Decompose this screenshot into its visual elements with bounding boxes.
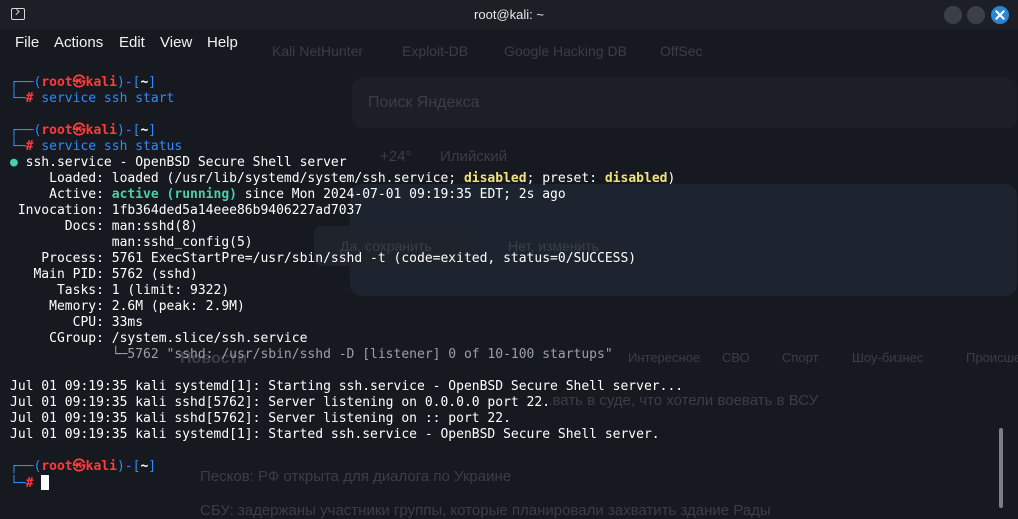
- maximize-button[interactable]: [967, 6, 985, 24]
- docs-line: man:sshd_config(5): [10, 235, 253, 250]
- menu-bar: File Actions Edit View Help: [0, 30, 1018, 56]
- window-title: root@kali: ~: [474, 7, 544, 22]
- tasks-line: Tasks: 1 (limit: 9322): [10, 283, 230, 298]
- service-header: ● ssh.service - OpenBSD Secure Shell ser…: [10, 155, 347, 170]
- menu-view[interactable]: View: [160, 34, 192, 51]
- cgroup-line: CGroup: /system.slice/ssh.service: [10, 331, 308, 346]
- log-line: Jul 01 09:19:35 kali systemd[1]: Startin…: [10, 379, 684, 394]
- memory-line: Memory: 2.6M (peak: 2.9M): [10, 299, 245, 314]
- menu-edit[interactable]: Edit: [119, 34, 145, 51]
- close-button[interactable]: [991, 6, 1009, 24]
- scrollbar[interactable]: [999, 428, 1003, 508]
- active-state: active (running): [111, 187, 237, 202]
- menu-actions[interactable]: Actions: [54, 34, 103, 51]
- loaded-line: Loaded: loaded (/usr/lib/systemd/system/…: [10, 171, 676, 186]
- menu-help[interactable]: Help: [207, 34, 238, 51]
- status-dot-icon: ●: [10, 155, 18, 170]
- command-line: └─# service ssh status: [10, 139, 183, 154]
- prompt-line-top: ┌──(root㉿kali)-[~]: [10, 459, 157, 474]
- input-line[interactable]: └─#: [10, 475, 50, 491]
- prompt-line-top: ┌──(root㉿kali)-[~]: [10, 75, 157, 90]
- invocation-line: Invocation: 1fb364ded5a14eee86b9406227ad…: [10, 203, 363, 218]
- log-line: Jul 01 09:19:35 kali sshd[5762]: Server …: [10, 395, 551, 410]
- cpu-line: CPU: 33ms: [10, 315, 144, 330]
- terminal-output[interactable]: ┌──(root㉿kali)-[~] └─# service ssh start…: [0, 56, 1000, 516]
- menu-file[interactable]: File: [15, 34, 39, 51]
- command-text: service ssh status: [41, 139, 183, 154]
- title-bar: root@kali: ~: [0, 0, 1018, 30]
- minimize-button[interactable]: [944, 6, 962, 24]
- log-line: Jul 01 09:19:35 kali systemd[1]: Started…: [10, 427, 660, 442]
- prompt-line-top: ┌──(root㉿kali)-[~]: [10, 123, 157, 138]
- command-line: └─# service ssh start: [10, 91, 175, 106]
- active-line: Active: active (running) since Mon 2024-…: [10, 187, 566, 202]
- log-line: Jul 01 09:19:35 kali sshd[5762]: Server …: [10, 411, 511, 426]
- docs-line: Docs: man:sshd(8): [10, 219, 198, 234]
- command-text: service ssh start: [41, 91, 175, 106]
- process-line: Process: 5761 ExecStartPre=/usr/sbin/ssh…: [10, 251, 637, 266]
- main-pid-line: Main PID: 5762 (sshd): [10, 267, 198, 282]
- cgroup-child-line: └─5762 "sshd: /usr/sbin/sshd -D [listene…: [10, 347, 613, 362]
- text-cursor: [41, 475, 50, 490]
